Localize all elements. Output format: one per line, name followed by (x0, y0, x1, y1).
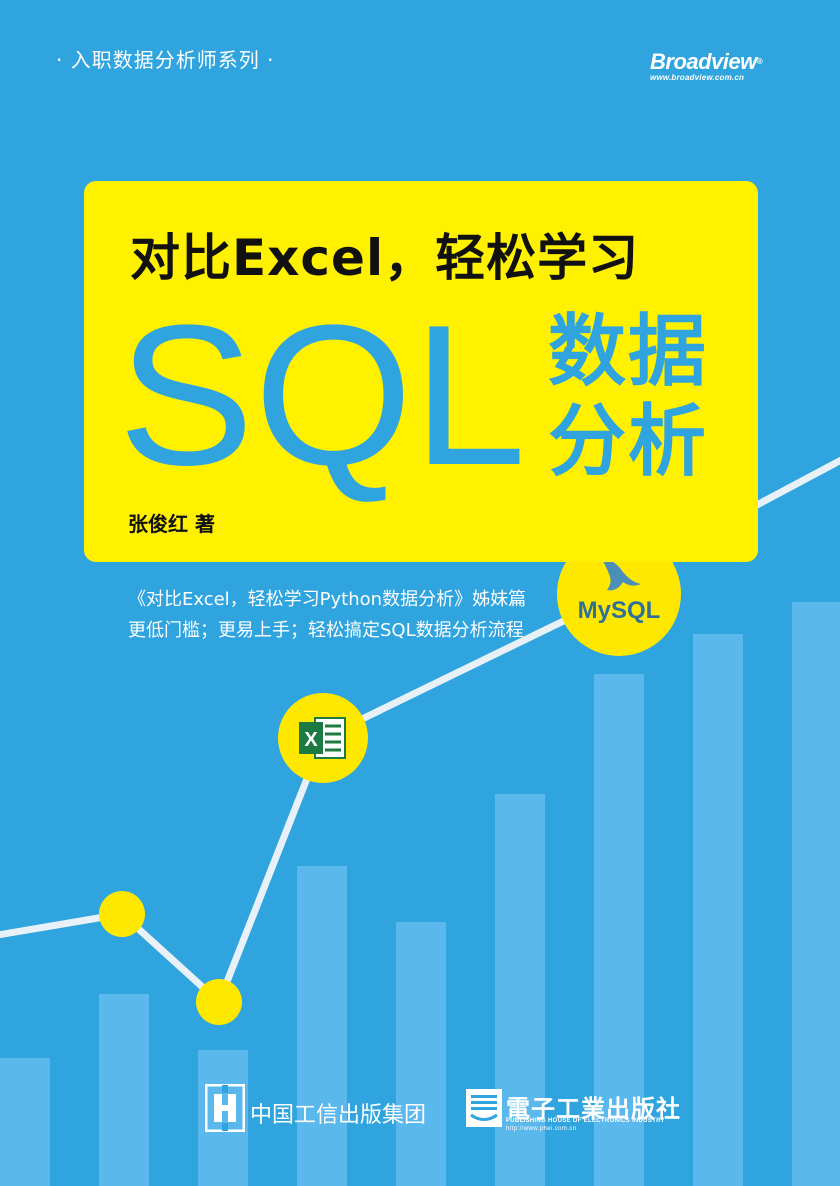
title-side-line2: 分析 (548, 397, 709, 487)
excel-badge: X (278, 693, 368, 783)
book-cover: X MySQL · 入职数据分析师系列 · Broadview® www.broa… (0, 0, 840, 1186)
broadview-logo: Broadview® www.broadview.com.cn (650, 49, 790, 83)
brand-name: Broadview (650, 49, 757, 74)
publisher-english-name: PUBLISHING HOUSE OF ELECTRONICS INDUSTRY (506, 1118, 665, 1124)
chart-bar (99, 994, 149, 1186)
series-line: · 入职数据分析师系列 · (56, 48, 275, 72)
title-side-line1: 数据 (548, 307, 709, 397)
brand-url: www.broadview.com.cn (650, 73, 745, 82)
chart-bar (693, 634, 743, 1186)
mysql-logo-text: MySQL (578, 597, 661, 624)
phei-logo-icon (466, 1089, 502, 1127)
chart-point (99, 891, 145, 937)
title-main: SQL (118, 284, 527, 507)
publisher-group-name: 中国工信出版集团 (250, 1103, 427, 1128)
chart-bar (396, 922, 446, 1186)
excel-icon: X (299, 717, 346, 759)
chart-point (196, 979, 242, 1025)
svg-text:X: X (304, 729, 318, 751)
chart-bar (792, 602, 840, 1186)
author-line: 张俊红 著 (128, 512, 215, 536)
publisher-url: http://www.phei.com.cn (506, 1126, 577, 1132)
tagline-1: 《对比Excel，轻松学习Python数据分析》姊妹篇 (128, 589, 527, 610)
chart-bar (0, 1058, 50, 1186)
registered-mark: ® (756, 57, 763, 66)
tagline-2: 更低门槛；更易上手；轻松搞定SQL数据分析流程 (128, 620, 524, 641)
miit-group-logo-icon (205, 1084, 245, 1132)
title-headline: 对比Excel，轻松学习 (130, 229, 640, 287)
chart-bar (297, 866, 347, 1186)
